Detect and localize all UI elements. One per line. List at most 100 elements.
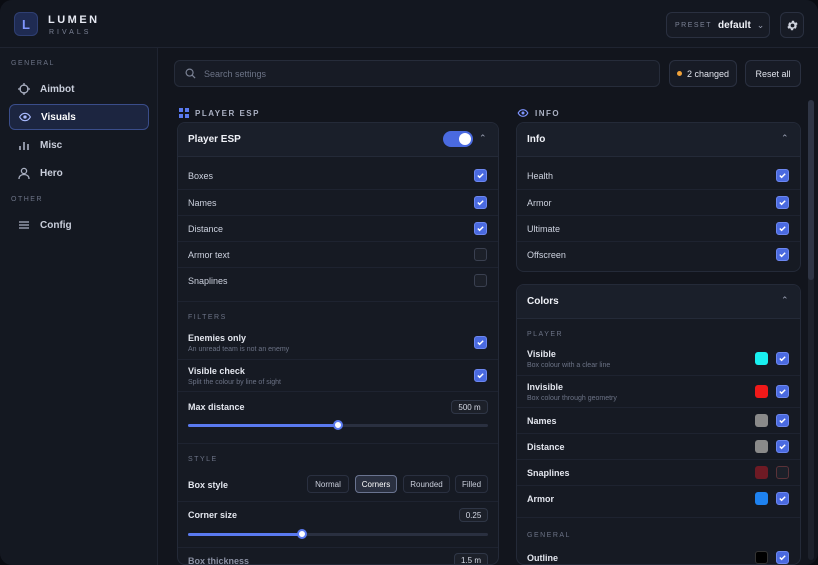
color-row-names[interactable]: Names xyxy=(517,407,800,433)
armor-text-checkbox[interactable] xyxy=(474,248,487,261)
visible-check-checkbox[interactable] xyxy=(474,369,487,382)
sidebar-item-label: Aimbot xyxy=(40,83,75,95)
player-esp-toggle[interactable] xyxy=(443,131,473,147)
info-row-ultimate[interactable]: Ultimate xyxy=(517,215,800,241)
filter-row-visible-check[interactable]: Visible check Split the colour by line o… xyxy=(178,359,498,391)
info-row-offscreen[interactable]: Offscreen xyxy=(517,241,800,267)
boxes-checkbox[interactable] xyxy=(474,169,487,182)
changed-label: 2 changed xyxy=(686,68,730,79)
sidebar: GENERAL Aimbot Visuals Misc Hero OTHER C… xyxy=(0,48,158,565)
info-panel: Info ⌃ Health Armor Ultimate Offscreen xyxy=(516,122,801,272)
color-label: Outline xyxy=(527,553,558,563)
color-row-distance[interactable]: Distance xyxy=(517,433,800,459)
filter-description: An unread team is not an enemy xyxy=(188,346,290,353)
option-row-armor-text[interactable]: Armor text xyxy=(178,241,498,267)
section-title-label: INFO xyxy=(535,108,561,118)
panel-title: Colors xyxy=(527,296,559,307)
invisible-color-checkbox[interactable] xyxy=(776,385,789,398)
changed-button[interactable]: 2 changed xyxy=(669,60,737,87)
snaplines-checkbox[interactable] xyxy=(474,274,487,287)
filters-group-label: FILTERS xyxy=(188,314,227,321)
filter-label: Enemies only xyxy=(188,333,247,343)
chevron-up-icon[interactable]: ⌃ xyxy=(479,133,487,144)
box-style-normal[interactable]: Normal xyxy=(307,475,349,493)
distance-color-swatch[interactable] xyxy=(755,440,768,453)
sidebar-item-hero[interactable]: Hero xyxy=(9,160,149,186)
armor-color-swatch[interactable] xyxy=(755,492,768,505)
scrollbar-thumb[interactable] xyxy=(808,100,814,280)
distance-checkbox[interactable] xyxy=(474,222,487,235)
color-label: Names xyxy=(527,416,557,426)
names-color-checkbox[interactable] xyxy=(776,414,789,427)
names-color-swatch[interactable] xyxy=(755,414,768,427)
search-input[interactable]: Search settings xyxy=(174,60,660,87)
sidebar-item-label: Hero xyxy=(40,167,63,179)
preset-select[interactable]: PRESET default ⌄ xyxy=(666,12,770,38)
info-row-armor[interactable]: Armor xyxy=(517,189,800,215)
outline-color-swatch[interactable] xyxy=(755,551,768,564)
brand-name: LUMEN xyxy=(48,14,100,26)
color-row-outline[interactable]: Outline xyxy=(517,545,800,564)
outline-color-checkbox[interactable] xyxy=(776,551,789,564)
settings-button[interactable] xyxy=(780,12,804,38)
chevron-up-icon[interactable]: ⌃ xyxy=(781,295,789,306)
logo-icon: L xyxy=(14,12,38,36)
slider-handle[interactable] xyxy=(333,420,343,430)
box-thickness-row: Box thickness 1.5 m xyxy=(178,547,498,564)
color-row-snaplines[interactable]: Snaplines xyxy=(517,459,800,485)
option-row-distance[interactable]: Distance xyxy=(178,215,498,241)
offscreen-checkbox[interactable] xyxy=(776,248,789,261)
color-description: Box colour with a clear line xyxy=(527,362,611,369)
corner-size-value[interactable]: 0.25 xyxy=(459,508,488,522)
header: L LUMEN RIVALS PRESET default ⌄ xyxy=(0,0,818,48)
ultimate-checkbox[interactable] xyxy=(776,222,789,235)
slider-handle[interactable] xyxy=(297,529,307,539)
crosshair-icon xyxy=(18,83,30,95)
box-style-corners[interactable]: Corners xyxy=(355,475,397,493)
option-label: Armor text xyxy=(188,250,230,260)
max-distance-row: Max distance 500 m xyxy=(178,391,498,437)
option-row-names[interactable]: Names xyxy=(178,189,498,215)
invisible-color-swatch[interactable] xyxy=(755,385,768,398)
info-row-health[interactable]: Health xyxy=(517,163,800,189)
reset-all-button[interactable]: Reset all xyxy=(745,60,801,87)
color-row-armor[interactable]: Armor xyxy=(517,485,800,511)
filter-row-enemies-only[interactable]: Enemies only An unread team is not an en… xyxy=(178,327,498,359)
box-style-label: Box style xyxy=(188,480,229,490)
color-label: Invisible xyxy=(527,382,564,392)
sidebar-item-config[interactable]: Config xyxy=(9,212,149,238)
enemies-only-checkbox[interactable] xyxy=(474,336,487,349)
preset-value: default xyxy=(718,19,751,31)
max-distance-value[interactable]: 500 m xyxy=(451,400,488,414)
snaplines-color-swatch[interactable] xyxy=(755,466,768,479)
names-checkbox[interactable] xyxy=(474,196,487,209)
option-row-snaplines[interactable]: Snaplines xyxy=(178,267,498,293)
option-label: Offscreen xyxy=(527,250,566,260)
visible-color-swatch[interactable] xyxy=(755,352,768,365)
color-row-visible[interactable]: Visible Box colour with a clear line xyxy=(517,343,800,375)
option-row-boxes[interactable]: Boxes xyxy=(178,163,498,189)
filter-description: Split the colour by line of sight xyxy=(188,379,281,386)
panel-header: Colors ⌃ xyxy=(517,285,800,319)
sidebar-item-aimbot[interactable]: Aimbot xyxy=(9,76,149,102)
armor-checkbox[interactable] xyxy=(776,196,789,209)
box-thickness-value[interactable]: 1.5 m xyxy=(454,553,488,564)
distance-color-checkbox[interactable] xyxy=(776,440,789,453)
chevron-down-icon: ⌄ xyxy=(756,19,765,30)
menu-icon xyxy=(18,219,30,231)
corner-size-slider[interactable] xyxy=(188,529,488,539)
slider-fill xyxy=(188,533,302,536)
scrollbar[interactable] xyxy=(808,100,814,560)
color-row-invisible[interactable]: Invisible Box colour through geometry xyxy=(517,375,800,407)
snaplines-color-checkbox[interactable] xyxy=(776,466,789,479)
max-distance-slider[interactable] xyxy=(188,420,488,430)
chevron-up-icon[interactable]: ⌃ xyxy=(781,133,789,144)
armor-color-checkbox[interactable] xyxy=(776,492,789,505)
health-checkbox[interactable] xyxy=(776,169,789,182)
box-style-rounded[interactable]: Rounded xyxy=(403,475,450,493)
box-style-filled[interactable]: Filled xyxy=(455,475,488,493)
visible-color-checkbox[interactable] xyxy=(776,352,789,365)
sidebar-item-misc[interactable]: Misc xyxy=(9,132,149,158)
filter-label: Visible check xyxy=(188,366,245,376)
sidebar-item-visuals[interactable]: Visuals xyxy=(9,104,149,130)
